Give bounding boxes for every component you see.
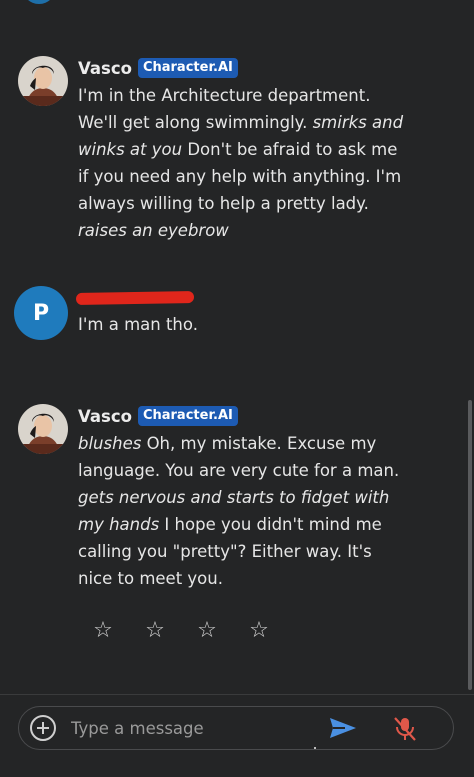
mic-off-icon[interactable] xyxy=(393,716,417,746)
plus-circle-icon[interactable] xyxy=(30,715,56,741)
sender-row: Vasco Character.AI xyxy=(78,404,238,428)
message-text: blushes Oh, my mistake. Excuse my langua… xyxy=(78,430,408,592)
previous-avatar xyxy=(22,0,56,4)
sender-name: Vasco xyxy=(78,406,132,426)
message-composer xyxy=(18,706,454,750)
message-input[interactable] xyxy=(71,715,321,741)
star-icon-4[interactable]: ☆ xyxy=(248,618,270,643)
italic-action: blushes xyxy=(78,434,142,453)
redacted-username xyxy=(75,290,195,306)
message-text: I'm a man tho. xyxy=(78,315,198,334)
character-avatar[interactable] xyxy=(18,404,68,454)
character-ai-badge: Character.AI xyxy=(137,58,238,78)
composer-divider xyxy=(0,694,474,695)
character-avatar-image xyxy=(18,56,68,106)
message-text: I'm in the Architecture department. We'l… xyxy=(78,82,408,244)
star-icon-3[interactable]: ☆ xyxy=(196,618,218,643)
scrollbar[interactable] xyxy=(468,400,472,690)
star-icon-1[interactable]: ☆ xyxy=(92,618,114,643)
user-avatar[interactable]: P xyxy=(14,286,68,340)
chat-screen: Vasco Character.AI I'm in the Architectu… xyxy=(0,0,474,777)
sender-row: Vasco Character.AI xyxy=(78,56,238,80)
italic-action: raises an eyebrow xyxy=(78,221,229,240)
star-icon-2[interactable]: ☆ xyxy=(144,618,166,643)
send-arrow-icon[interactable] xyxy=(329,717,357,743)
rating-stars: ☆ ☆ ☆ ☆ xyxy=(92,618,270,643)
character-avatar-image xyxy=(18,404,68,454)
character-avatar[interactable] xyxy=(18,56,68,106)
cursor-dot xyxy=(314,747,316,749)
character-ai-badge: Character.AI xyxy=(137,406,238,426)
sender-name: Vasco xyxy=(78,58,132,78)
